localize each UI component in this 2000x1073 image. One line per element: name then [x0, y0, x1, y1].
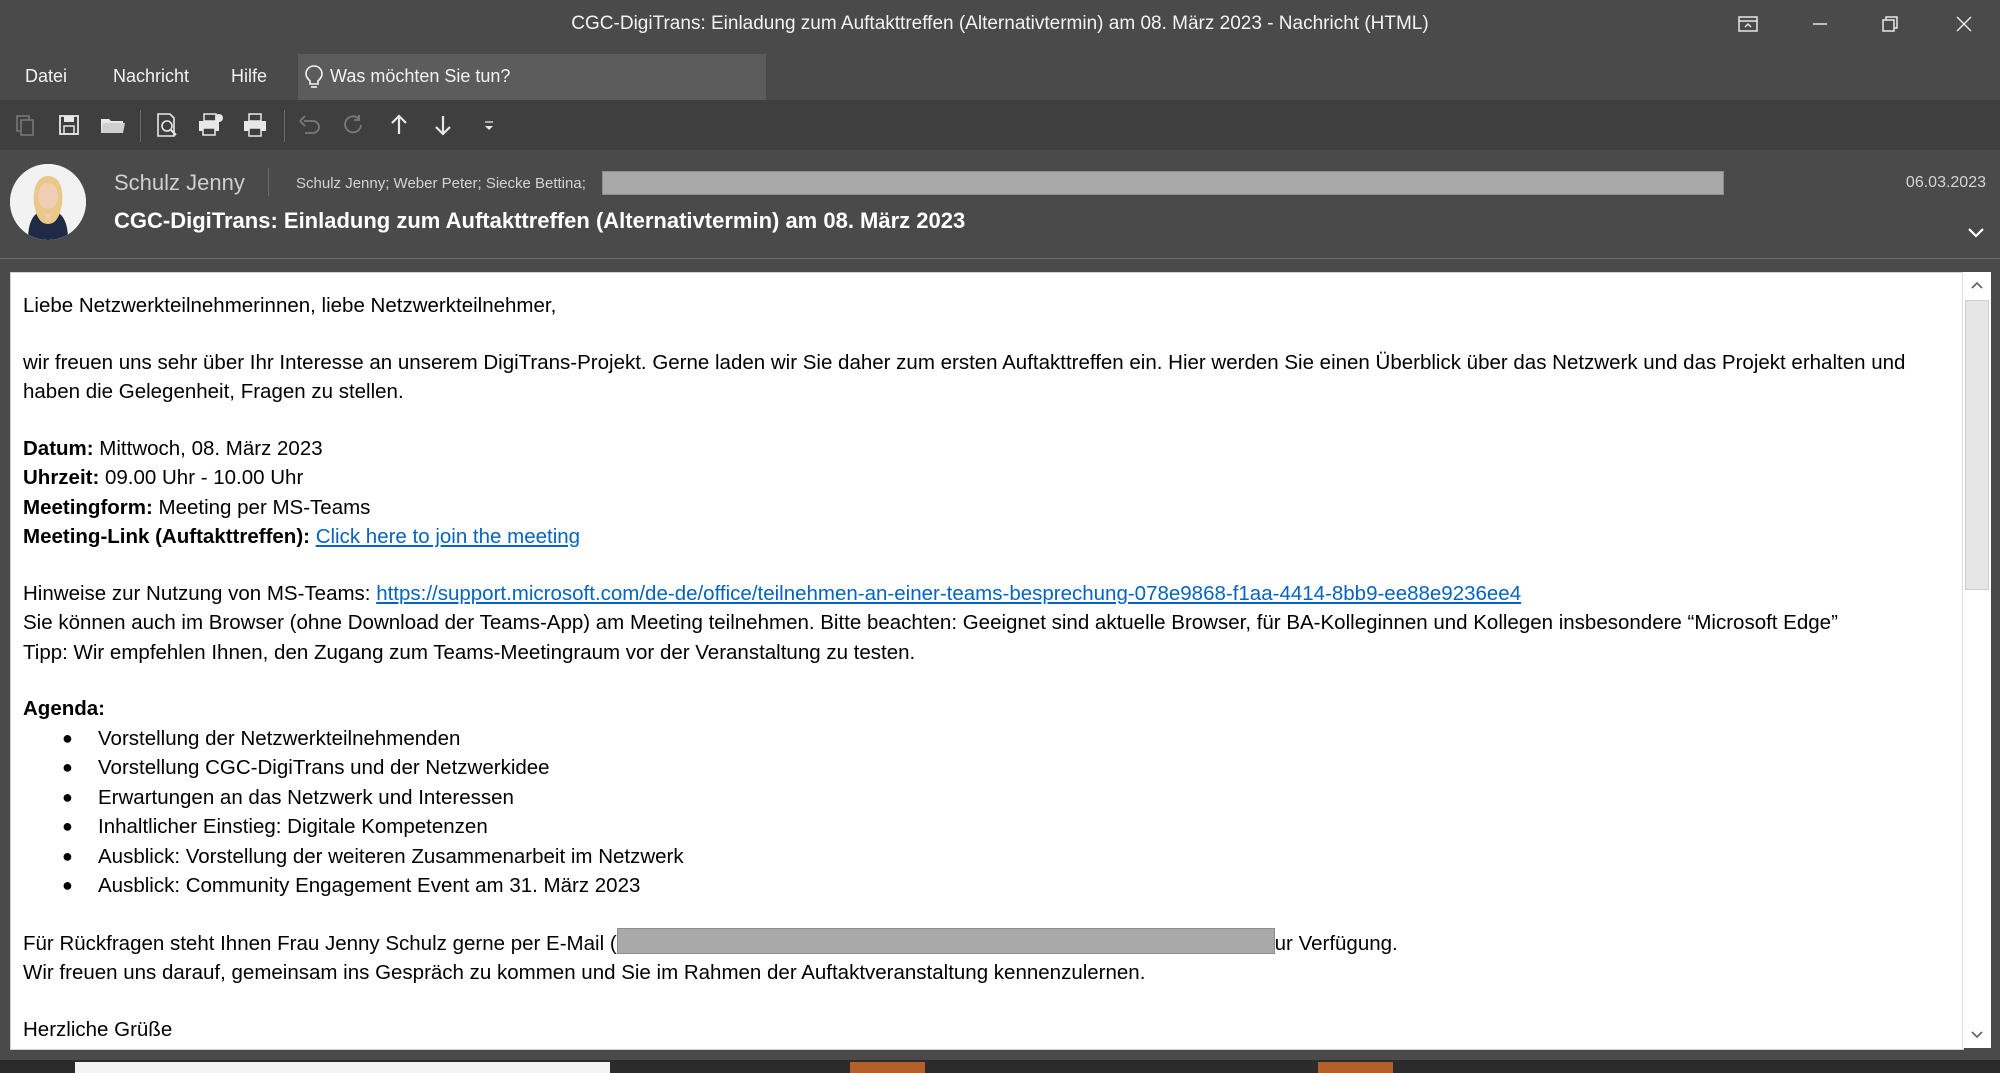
recipients-list[interactable]: Schulz Jenny; Weber Peter; Siecke Bettin…: [296, 175, 586, 192]
taskbar-app-button[interactable]: [850, 1062, 925, 1073]
scroll-up-icon[interactable]: [1963, 272, 1991, 298]
meetingform-value: Meeting per MS-Teams: [152, 495, 371, 519]
tell-me-search[interactable]: Was möchten Sie tun?: [298, 54, 766, 100]
datum-label: Datum:: [23, 436, 94, 460]
agenda-list: ● Vorstellung der Netzwerkteilnehmenden ●…: [23, 724, 1943, 901]
customize-quick-access-icon[interactable]: [474, 110, 504, 140]
redacted-email: [616, 927, 1275, 954]
toolbar-separator: [284, 110, 285, 142]
print-icon[interactable]: [240, 110, 270, 140]
header-divider: [0, 258, 2000, 259]
ribbon-display-options-icon[interactable]: [1728, 8, 1768, 40]
tipp-line: Tipp: Wir empfehlen Ihnen, den Zugang zu…: [23, 640, 916, 664]
lightbulb-icon: [304, 64, 324, 95]
save-icon[interactable]: [54, 110, 84, 140]
taskbar-search-box[interactable]: [75, 1062, 610, 1073]
closing-line: Wir freuen uns darauf, gemeinsam ins Ges…: [23, 961, 1146, 984]
vertical-scrollbar[interactable]: [1962, 272, 1991, 1048]
message-subject: CGC-DigiTrans: Einladung zum Auftakttref…: [114, 208, 966, 233]
browser-note: Sie können auch im Browser (ohne Downloa…: [23, 611, 1838, 634]
uhrzeit-line: Uhrzeit: 09.00 Uhr - 10.00 Uhr: [23, 463, 1943, 493]
uhrzeit-value: 09.00 Uhr - 10.00 Uhr: [99, 466, 304, 489]
meetinglink-label: Meeting-Link (Auftakttreffen):: [23, 525, 310, 548]
expand-header-icon[interactable]: [1964, 220, 1988, 244]
intro-paragraph: wir freuen uns sehr über Ihr Interesse a…: [23, 350, 1906, 404]
agenda-item: ● Ausblick: Community Engagement Event am…: [62, 874, 641, 897]
datum-value: Mittwoch, 08. März 2023: [93, 436, 323, 460]
open-folder-icon[interactable]: [98, 110, 128, 140]
agenda-item: ● Ausblick: Vorstellung der weiteren Zusa…: [62, 844, 684, 868]
header-separator: [268, 168, 269, 196]
taskbar-app-button[interactable]: [1318, 1062, 1393, 1073]
agenda-item: ● Vorstellung CGC-DigiTrans und der Netzw…: [62, 756, 550, 779]
agenda-item: ● Erwartungen an das Netzwerk und Interes…: [62, 785, 514, 809]
hinweise-prefix: Hinweise zur Nutzung von MS-Teams:: [23, 581, 377, 605]
agenda-item: ● Inhaltlicher Einstieg: Digitale Kompete…: [62, 815, 488, 838]
minimize-icon[interactable]: [1800, 8, 1840, 40]
toolbar-separator: [140, 110, 141, 142]
title-bar: CGC-DigiTrans: Einladung zum Auftakttref…: [0, 0, 2000, 48]
message-content: Liebe Netzwerkteilnehmerinnen, liebe Net…: [23, 291, 1943, 1044]
print-preview-icon[interactable]: [152, 110, 182, 140]
print-setup-icon[interactable]: [196, 110, 226, 140]
meetingform-line: Meetingform: Meeting per MS-Teams: [23, 493, 1943, 523]
menu-hilfe[interactable]: Hilfe: [231, 66, 267, 87]
redacted-recipients: [602, 171, 1724, 195]
regards-line: Herzliche Grüße: [23, 1017, 173, 1041]
next-item-icon[interactable]: [428, 110, 458, 140]
uhrzeit-label: Uhrzeit:: [23, 466, 100, 489]
tell-me-placeholder: Was möchten Sie tun?: [330, 66, 511, 86]
rueckfragen-line: Für Rückfragen steht Ihnen Frau Jenny Sc…: [23, 927, 1943, 959]
quick-access-toolbar: [0, 100, 2000, 150]
message-header: Schulz Jenny Schulz Jenny; Weber Peter; …: [0, 150, 2000, 256]
agenda-heading: Agenda:: [23, 697, 105, 720]
scroll-thumb[interactable]: [1965, 300, 1989, 590]
menu-datei[interactable]: Datei: [25, 66, 67, 87]
greeting: Liebe Netzwerkteilnehmerinnen, liebe Net…: [23, 294, 557, 317]
teams-support-link[interactable]: https://support.microsoft.com/de-de/offi…: [376, 582, 1521, 605]
join-meeting-link[interactable]: Click here to join the meeting: [316, 525, 580, 548]
scroll-down-icon[interactable]: [1963, 1022, 1991, 1048]
datum-line: Datum: Mittwoch, 08. März 2023: [23, 434, 1943, 464]
previous-item-icon[interactable]: [384, 110, 414, 140]
hinweise-line: Hinweise zur Nutzung von MS-Teams: https…: [23, 579, 1943, 609]
restore-icon[interactable]: [1870, 8, 1910, 40]
close-icon[interactable]: [1944, 8, 1984, 40]
undo-icon[interactable]: [294, 110, 324, 140]
message-body: Liebe Netzwerkteilnehmerinnen, liebe Net…: [10, 272, 1964, 1050]
taskbar: [0, 1060, 2000, 1073]
menu-nachricht[interactable]: Nachricht: [113, 66, 189, 87]
avatar[interactable]: [10, 164, 86, 240]
sender-name[interactable]: Schulz Jenny: [114, 170, 245, 196]
meetinglink-line: Meeting-Link (Auftakttreffen): Click her…: [23, 522, 1943, 552]
copy-icon[interactable]: [10, 110, 40, 140]
menu-bar: Datei Nachricht Hilfe Was möchten Sie tu…: [0, 52, 2000, 100]
redo-icon[interactable]: [338, 110, 368, 140]
meetingform-label: Meetingform:: [23, 495, 153, 519]
window-title: CGC-DigiTrans: Einladung zum Auftakttref…: [571, 13, 1429, 34]
agenda-item: ● Vorstellung der Netzwerkteilnehmenden: [62, 726, 461, 750]
message-date: 06.03.2023: [1905, 174, 1986, 191]
